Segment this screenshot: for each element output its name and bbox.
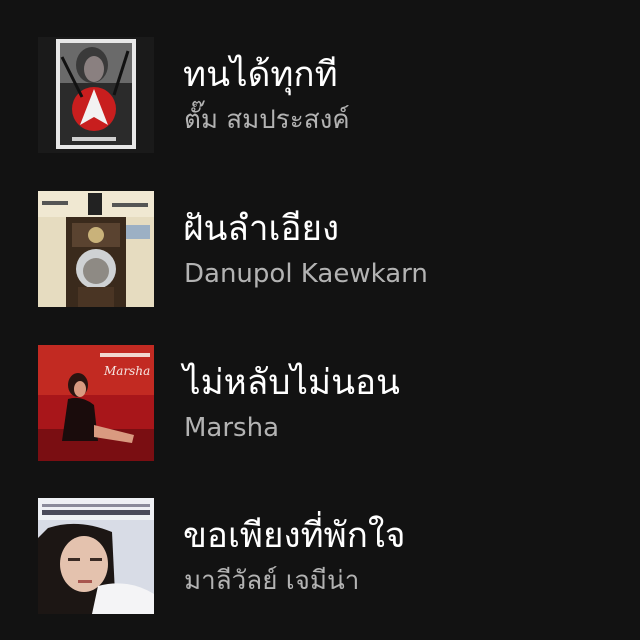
track-title: ทนได้ทุกที [183,55,338,95]
track-artist: มาลีวัลย์ เจมีน่า [184,566,360,596]
track-title: ขอเพียงที่พักใจ [183,516,406,556]
track-row[interactable]: Marsha ไม่หลับไม่นอน Marsha [0,345,640,461]
svg-text:Marsha: Marsha [103,364,150,378]
track-artist: ตั๊ม สมประสงค์ [184,105,350,135]
track-artist: Marsha [184,413,280,443]
track-title: ไม่หลับไม่นอน [183,363,400,403]
album-cover-red-arrow [38,37,154,153]
track-row[interactable]: ทนได้ทุกที ตั๊ม สมประสงค์ [0,37,640,153]
track-row[interactable]: ขอเพียงที่พักใจ มาลีวัลย์ เจมีน่า [0,498,640,614]
track-row[interactable]: ฝันลำเอียง Danupol Kaewkarn [0,191,640,307]
track-title: ฝันลำเอียง [183,209,340,249]
album-cover-red-room: Marsha [38,345,154,461]
album-cover-clock-tower [38,191,154,307]
album-cover-portrait [38,498,154,614]
track-artist: Danupol Kaewkarn [184,259,428,289]
track-list: ทนได้ทุกที ตั๊ม สมประสงค์ ฝันลำเอียง Dan… [0,0,640,640]
